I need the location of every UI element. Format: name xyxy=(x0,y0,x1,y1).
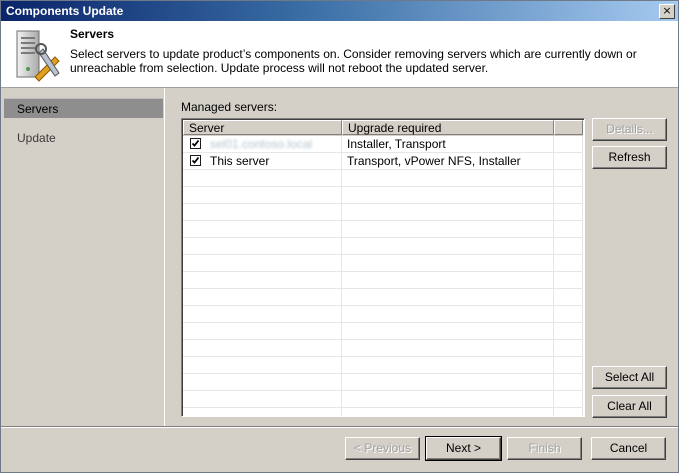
title-bar[interactable]: Components Update × xyxy=(1,1,678,21)
previous-button[interactable]: < Previous xyxy=(345,437,420,460)
next-button[interactable]: Next > xyxy=(425,436,502,461)
empty-row xyxy=(183,306,583,323)
server-tools-icon xyxy=(13,27,63,83)
refresh-button[interactable]: Refresh xyxy=(592,146,667,169)
upgrade-cell xyxy=(342,204,554,220)
empty-row xyxy=(183,204,583,221)
server-checkbox[interactable] xyxy=(190,155,201,166)
server-cell xyxy=(183,187,342,203)
server-cell xyxy=(183,272,342,288)
spacer-cell xyxy=(554,289,583,305)
spacer-cell xyxy=(554,170,583,186)
upgrade-cell xyxy=(342,357,554,373)
server-cell: sel01.contoso.local xyxy=(183,136,342,152)
finish-button[interactable]: Finish xyxy=(507,437,582,460)
components-update-dialog: Components Update × Servers Select serve… xyxy=(0,0,679,473)
upgrade-cell xyxy=(342,374,554,390)
details-button[interactable]: Details... xyxy=(592,118,667,141)
server-cell xyxy=(183,323,342,339)
grid-header: Server Upgrade required xyxy=(183,120,583,136)
empty-row xyxy=(183,187,583,204)
upgrade-cell xyxy=(342,187,554,203)
server-cell xyxy=(183,221,342,237)
servers-grid[interactable]: Server Upgrade required sel01.contoso.lo… xyxy=(181,118,585,417)
empty-row xyxy=(183,255,583,272)
empty-row xyxy=(183,289,583,306)
upgrade-cell xyxy=(342,272,554,288)
column-header-spacer xyxy=(554,120,583,135)
wizard-header: Servers Select servers to update product… xyxy=(1,21,678,88)
spacer-cell xyxy=(554,187,583,203)
page-description: Select servers to update product’s compo… xyxy=(70,47,637,75)
empty-row xyxy=(183,357,583,374)
table-row[interactable]: This server Transport, vPower NFS, Instal… xyxy=(183,153,583,170)
spacer-cell xyxy=(554,408,583,416)
sidebar-item-servers[interactable]: Servers xyxy=(4,98,163,118)
column-header-upgrade[interactable]: Upgrade required xyxy=(342,120,554,135)
empty-row xyxy=(183,340,583,357)
upgrade-cell xyxy=(342,408,554,416)
spacer-cell xyxy=(554,204,583,220)
server-cell xyxy=(183,170,342,186)
sidebar-item-update[interactable]: Update xyxy=(4,128,163,148)
spacer-cell xyxy=(554,153,583,169)
server-cell xyxy=(183,374,342,390)
table-row[interactable]: sel01.contoso.local Installer, Transport xyxy=(183,136,583,153)
server-cell xyxy=(183,340,342,356)
cancel-button[interactable]: Cancel xyxy=(591,437,666,460)
close-button[interactable]: × xyxy=(659,4,675,19)
spacer-cell xyxy=(554,357,583,373)
spacer-cell xyxy=(554,306,583,322)
empty-row xyxy=(183,221,583,238)
spacer-cell xyxy=(554,391,583,407)
managed-servers-label: Managed servers: xyxy=(181,100,278,114)
server-name: sel01.contoso.local xyxy=(210,137,313,151)
empty-row xyxy=(183,391,583,408)
upgrade-cell xyxy=(342,289,554,305)
footer-divider xyxy=(1,426,678,428)
spacer-cell xyxy=(554,238,583,254)
spacer-cell xyxy=(554,221,583,237)
upgrade-cell xyxy=(342,238,554,254)
select-all-button[interactable]: Select All xyxy=(592,366,667,389)
server-cell: This server xyxy=(183,153,342,169)
server-cell xyxy=(183,357,342,373)
spacer-cell xyxy=(554,255,583,271)
spacer-cell xyxy=(554,323,583,339)
spacer-cell xyxy=(554,136,583,152)
clear-all-button[interactable]: Clear All xyxy=(592,395,667,418)
server-cell xyxy=(183,391,342,407)
server-checkbox[interactable] xyxy=(190,138,201,149)
upgrade-cell: Installer, Transport xyxy=(342,136,554,152)
upgrade-cell xyxy=(342,255,554,271)
upgrade-cell xyxy=(342,221,554,237)
upgrade-cell xyxy=(342,170,554,186)
server-cell xyxy=(183,204,342,220)
empty-row xyxy=(183,323,583,340)
column-header-server[interactable]: Server xyxy=(183,120,342,135)
spacer-cell xyxy=(554,340,583,356)
server-cell xyxy=(183,306,342,322)
server-cell xyxy=(183,238,342,254)
wizard-steps-sidebar: Servers Update xyxy=(1,88,165,426)
upgrade-cell xyxy=(342,340,554,356)
upgrade-cell xyxy=(342,391,554,407)
window-title: Components Update xyxy=(6,4,124,18)
spacer-cell xyxy=(554,272,583,288)
empty-row xyxy=(183,272,583,289)
upgrade-cell xyxy=(342,323,554,339)
empty-row xyxy=(183,408,583,416)
spacer-cell xyxy=(554,374,583,390)
upgrade-cell: Transport, vPower NFS, Installer xyxy=(342,153,554,169)
empty-row xyxy=(183,170,583,187)
server-cell xyxy=(183,289,342,305)
empty-row xyxy=(183,238,583,255)
upgrade-cell xyxy=(342,306,554,322)
server-cell xyxy=(183,255,342,271)
empty-row xyxy=(183,374,583,391)
server-cell xyxy=(183,408,342,416)
server-name: This server xyxy=(210,154,270,168)
page-title: Servers xyxy=(70,27,115,41)
